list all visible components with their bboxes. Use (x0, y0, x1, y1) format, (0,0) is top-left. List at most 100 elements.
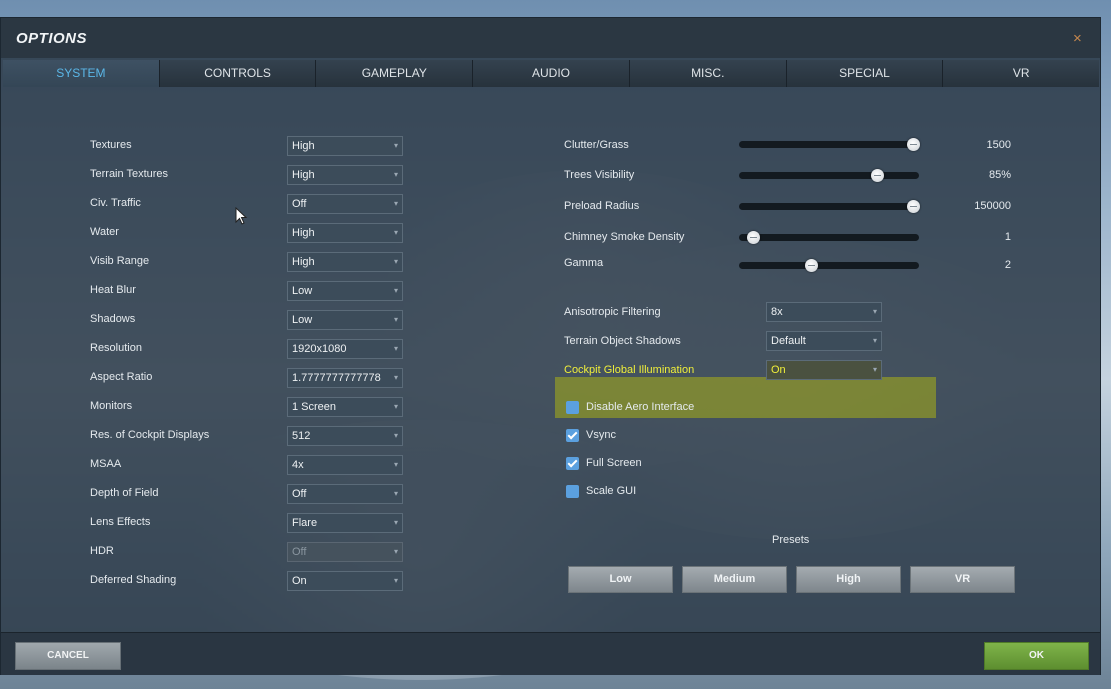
slider-label: Clutter/Grass (564, 139, 629, 151)
tab-bar: SYSTEM CONTROLS GAMEPLAY AUDIO MISC. SPE… (3, 60, 1100, 87)
deferred-shading-dropdown[interactable]: On ▾ (287, 571, 403, 591)
system-panel: Textures High ▾ Terrain Textures High ▾ Ci… (1, 87, 1100, 632)
options-window: OPTIONS × SYSTEM CONTROLS GAMEPLAY AUDIO… (0, 17, 1101, 675)
dropdown-value: High (292, 140, 315, 152)
tab-audio[interactable]: AUDIO (473, 60, 630, 87)
setting-label: Heat Blur (90, 284, 136, 296)
cockpit-displays-dropdown[interactable]: 512 ▾ (287, 426, 403, 446)
setting-label: Res. of Cockpit Displays (90, 429, 210, 441)
slider-label: Chimney Smoke Density (564, 231, 685, 243)
tab-special[interactable]: SPECIAL (786, 60, 944, 87)
water-dropdown[interactable]: High ▾ (287, 223, 403, 243)
dropdown-value: 4x (292, 459, 304, 471)
setting-label: Textures (90, 139, 132, 151)
hdr-dropdown: Off ▾ (287, 542, 403, 562)
tab-controls[interactable]: CONTROLS (159, 60, 317, 87)
setting-label: Depth of Field (90, 487, 159, 499)
terrain-textures-dropdown[interactable]: High ▾ (287, 165, 403, 185)
chevron-down-icon: ▾ (393, 373, 398, 382)
title-bar: OPTIONS × (1, 18, 1100, 58)
chevron-down-icon: ▾ (393, 141, 398, 150)
clutter-grass-slider[interactable] (739, 138, 921, 151)
chevron-down-icon: ▾ (393, 257, 398, 266)
preload-radius-slider[interactable] (739, 200, 921, 213)
dropdown-value: Off (292, 488, 307, 500)
chevron-down-icon: ▾ (393, 431, 398, 440)
setting-label: Visib Range (90, 255, 150, 267)
chevron-down-icon: ▾ (393, 402, 398, 411)
dropdown-value: On (771, 364, 786, 376)
dropdown-value: High (292, 227, 315, 239)
checkbox-label: Disable Aero Interface (586, 401, 695, 413)
dropdown-value: High (292, 256, 315, 268)
setting-label: Lens Effects (90, 516, 151, 528)
chevron-down-icon: ▾ (393, 576, 398, 585)
terrain-object-shadows-dropdown[interactable]: Default ▾ (766, 331, 882, 351)
footer-bar: CANCEL OK (1, 632, 1100, 675)
dropdown-value: Off (292, 198, 307, 210)
anisotropic-filtering-dropdown[interactable]: 8x ▾ (766, 302, 882, 322)
setting-label: Monitors (90, 400, 133, 412)
setting-label: MSAA (90, 458, 122, 470)
scale-gui-checkbox[interactable] (566, 485, 579, 498)
dropdown-value: On (292, 575, 307, 587)
setting-label: Aspect Ratio (90, 371, 153, 383)
trees-visibility-slider[interactable] (739, 169, 919, 182)
resolution-dropdown[interactable]: 1920x1080 ▾ (287, 339, 403, 359)
dropdown-value: Flare (292, 517, 318, 529)
checkbox-label: Scale GUI (586, 485, 637, 497)
dropdown-value: High (292, 169, 315, 181)
close-icon[interactable]: × (1073, 30, 1082, 47)
slider-knob[interactable] (871, 169, 885, 182)
shadows-dropdown[interactable]: Low ▾ (287, 310, 403, 330)
window-title: OPTIONS (16, 30, 88, 47)
cockpit-global-illumination-dropdown[interactable]: On ▾ (766, 360, 882, 380)
chimney-smoke-slider[interactable] (739, 231, 919, 244)
slider-knob[interactable] (804, 259, 818, 272)
mouse-cursor-icon (235, 207, 248, 225)
ok-button[interactable]: OK (984, 642, 1089, 670)
preset-vr-button[interactable]: VR (910, 566, 1015, 593)
vsync-checkbox[interactable] (566, 429, 579, 442)
textures-dropdown[interactable]: High ▾ (287, 136, 403, 156)
chevron-down-icon: ▾ (872, 307, 877, 316)
preset-high-button[interactable]: High (796, 566, 901, 593)
chevron-down-icon: ▾ (872, 336, 877, 345)
slider-knob[interactable] (907, 138, 921, 151)
depth-of-field-dropdown[interactable]: Off ▾ (287, 484, 403, 504)
lens-effects-dropdown[interactable]: Flare ▾ (287, 513, 403, 533)
setting-label: Civ. Traffic (90, 197, 141, 209)
slider-knob[interactable] (907, 200, 921, 213)
slider-value: 85% (988, 169, 1011, 181)
chevron-down-icon: ▾ (872, 365, 877, 374)
preset-low-button[interactable]: Low (568, 566, 673, 593)
dropdown-value: 1920x1080 (292, 343, 347, 355)
visib-range-dropdown[interactable]: High ▾ (287, 252, 403, 272)
tab-misc[interactable]: MISC. (629, 60, 787, 87)
slider-label: Preload Radius (564, 200, 640, 212)
disable-aero-checkbox[interactable] (566, 401, 579, 414)
chevron-down-icon: ▾ (393, 286, 398, 295)
monitors-dropdown[interactable]: 1 Screen ▾ (287, 397, 403, 417)
tab-system[interactable]: SYSTEM (3, 60, 160, 87)
slider-value: 1500 (986, 139, 1011, 151)
dropdown-value: Low (292, 314, 313, 326)
heat-blur-dropdown[interactable]: Low ▾ (287, 281, 403, 301)
chevron-down-icon: ▾ (393, 199, 398, 208)
chevron-down-icon: ▾ (393, 518, 398, 527)
preset-medium-button[interactable]: Medium (682, 566, 787, 593)
chevron-down-icon: ▾ (393, 344, 398, 353)
dropdown-value: 8x (771, 306, 783, 318)
tab-vr[interactable]: VR (943, 60, 1100, 87)
aspect-ratio-dropdown[interactable]: 1.7777777777778 ▾ (287, 368, 403, 388)
tab-gameplay[interactable]: GAMEPLAY (316, 60, 474, 87)
gamma-slider[interactable] (739, 259, 919, 272)
full-screen-checkbox[interactable] (566, 457, 579, 470)
slider-knob[interactable] (746, 231, 760, 244)
dropdown-value: 512 (292, 430, 311, 442)
msaa-dropdown[interactable]: 4x ▾ (287, 455, 403, 475)
civ-traffic-dropdown[interactable]: Off ▾ (287, 194, 403, 214)
cancel-button[interactable]: CANCEL (15, 642, 121, 670)
slider-label: Trees Visibility (564, 169, 635, 181)
setting-label: Cockpit Global Illumination (564, 364, 695, 376)
